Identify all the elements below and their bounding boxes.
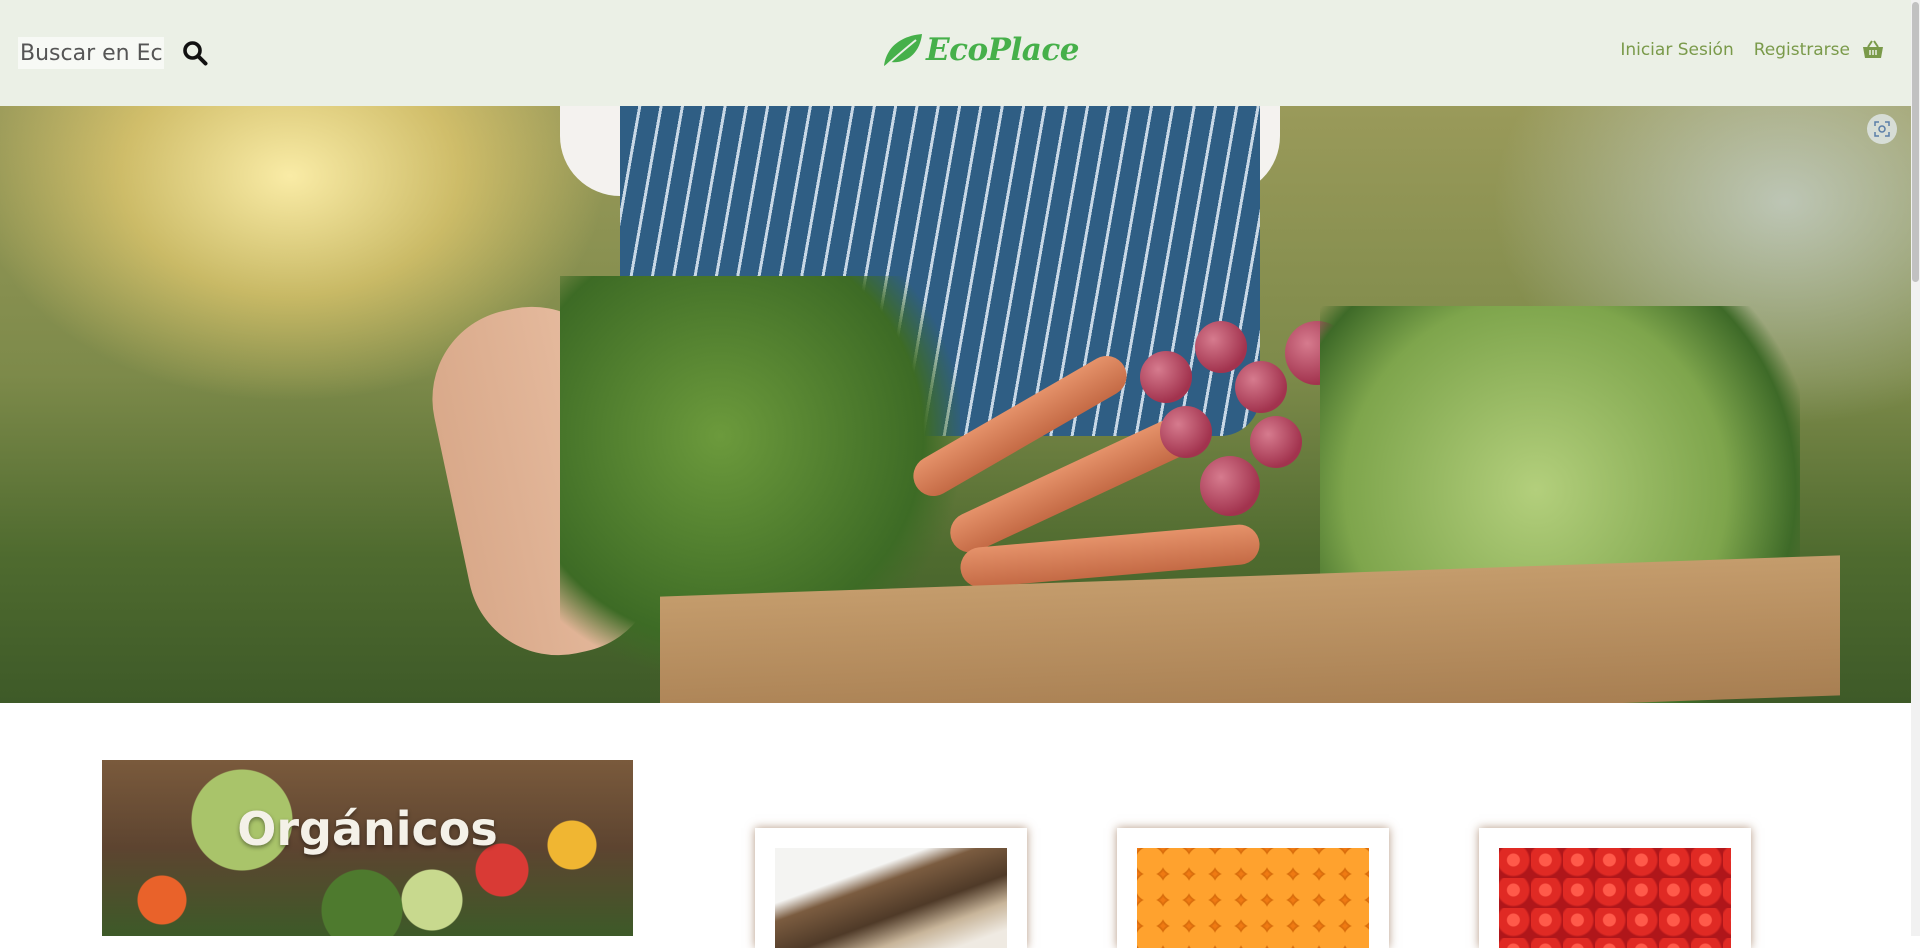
page-scrollbar[interactable]: [1911, 0, 1920, 936]
visual-search-button[interactable]: [1867, 114, 1897, 144]
product-card-tomatoes[interactable]: [1479, 828, 1751, 948]
user-nav: Iniciar Sesión Registrarse: [1600, 40, 1884, 60]
leaf-icon: [883, 34, 922, 69]
search-bar: [18, 37, 210, 69]
category-card-organicos[interactable]: Orgánicos: [102, 760, 633, 936]
search-input[interactable]: [18, 37, 164, 69]
basket-icon[interactable]: [1862, 40, 1884, 60]
logo[interactable]: EcoPlace: [880, 30, 1079, 70]
product-card-bread[interactable]: [755, 828, 1027, 948]
site-header: EcoPlace Iniciar Sesión Registrarse: [0, 0, 1911, 106]
login-link[interactable]: Iniciar Sesión: [1620, 40, 1733, 60]
logo-text: EcoPlace: [926, 32, 1079, 68]
hero-radish: [1235, 361, 1287, 413]
register-link[interactable]: Registrarse: [1754, 40, 1850, 60]
hero-radish: [1160, 406, 1212, 458]
hero-radish: [1250, 416, 1302, 468]
hero-radish: [1200, 456, 1260, 516]
hero-radish: [1140, 351, 1192, 403]
bread-image: [775, 848, 1007, 948]
image-search-icon: [1874, 121, 1890, 137]
category-title: Orgánicos: [237, 802, 498, 856]
search-icon: [183, 41, 208, 66]
product-card-oranges[interactable]: [1117, 828, 1389, 948]
oranges-image: [1137, 848, 1369, 948]
scrollbar-thumb[interactable]: [1912, 2, 1919, 282]
tomatoes-image: [1499, 848, 1731, 948]
hero-radish: [1195, 321, 1247, 373]
hero-banner: [0, 106, 1911, 703]
search-button[interactable]: [180, 38, 210, 68]
